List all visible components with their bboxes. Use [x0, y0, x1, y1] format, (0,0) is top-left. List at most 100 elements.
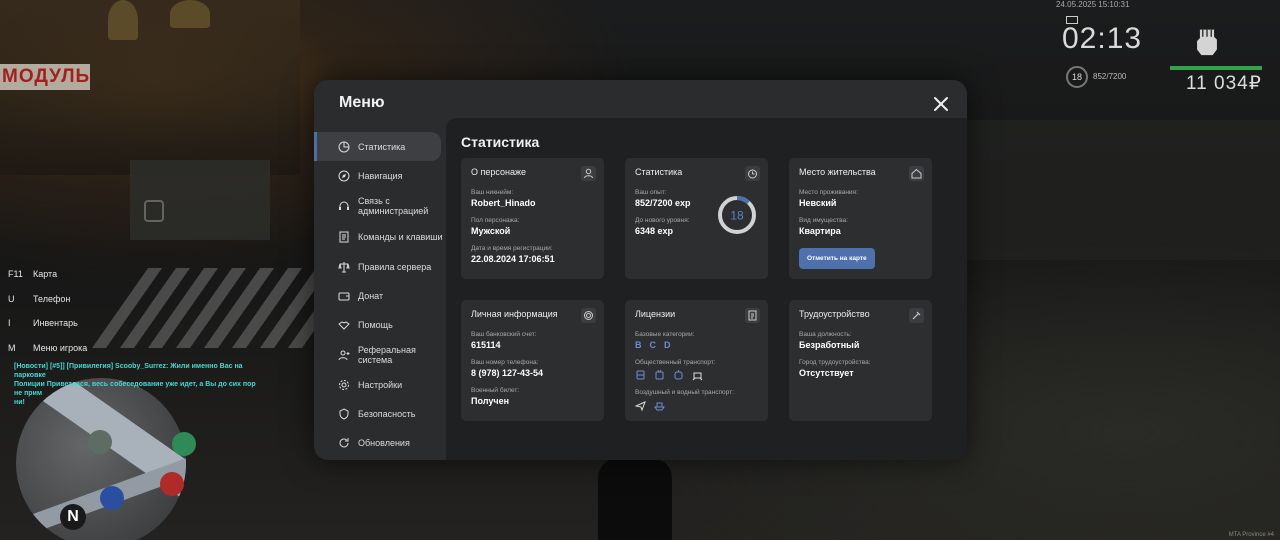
sidebar-item-settings[interactable]: Настройки: [314, 370, 446, 399]
user-icon: [581, 166, 596, 181]
user-plus-icon: [338, 350, 350, 360]
sidebar-item-security[interactable]: Безопасность: [314, 399, 446, 428]
registration-value: 22.08.2024 17:06:51: [471, 254, 555, 264]
military-id-value: Получен: [471, 396, 510, 406]
sidebar-item-donate[interactable]: Донат: [314, 281, 446, 310]
hammer-icon: [909, 308, 924, 323]
statistics-panel: Статистика О персонаже Ваш никнейм: Robe…: [446, 118, 967, 460]
scales-icon: [338, 261, 350, 272]
menu-sidebar: Статистика Навигация Связь с администрац…: [314, 132, 446, 457]
air-water-transport-icons: [635, 400, 758, 411]
employment-card: Трудоустройство Ваша должность: Безработ…: [789, 300, 932, 421]
sidebar-item-label: Команды и клавиши: [358, 231, 443, 242]
background-dome: [108, 0, 138, 40]
level-progress-ring: 18: [718, 196, 756, 234]
public-transport-label: Общественный транспорт:: [635, 359, 716, 366]
license-category: B: [635, 340, 642, 350]
sidebar-item-label: Статистика: [358, 141, 406, 152]
nickname-value: Robert_Hinado: [471, 198, 536, 208]
sidebar-item-commands[interactable]: Команды и клавиши: [314, 221, 446, 252]
basic-categories-label: Базовые категории:: [635, 331, 695, 338]
headset-icon: [339, 201, 349, 210]
mark-on-map-button[interactable]: Отметить на карте: [799, 248, 875, 269]
sidebar-item-help[interactable]: Помощь: [314, 310, 446, 339]
registration-label: Дата и время регистрации:: [471, 245, 553, 252]
trolleybus-icon: [655, 370, 664, 380]
sidebar-item-referral[interactable]: Реферальная система: [314, 339, 446, 370]
gender-label: Пол персонажа:: [471, 217, 520, 224]
sidebar-item-label: Реферальная система: [358, 344, 416, 365]
employment-city-label: Город трудоустройства:: [799, 359, 871, 366]
player-blip-icon: [100, 486, 124, 510]
sidebar-item-navigation[interactable]: Навигация: [314, 161, 446, 190]
sidebar-item-label: Безопасность: [358, 408, 416, 419]
bank-account-label: Ваш банковский счет:: [471, 331, 537, 338]
keybind-label: Инвентарь: [33, 318, 78, 329]
keybind-key: M: [8, 342, 16, 353]
sidebar-item-label: Донат: [358, 290, 384, 301]
property-value: Квартира: [799, 226, 841, 236]
hud-level-badge: 18: [1066, 66, 1088, 88]
background-street: [960, 120, 1280, 260]
boat-icon: [654, 402, 665, 411]
airplane-icon: [635, 401, 646, 411]
page-title: Статистика: [461, 134, 540, 150]
public-transport-icons: [635, 370, 758, 381]
phone-icon: [144, 200, 164, 222]
keybind-row: I Инвентарь: [8, 311, 87, 336]
license-categories: B C D: [635, 340, 758, 350]
id-card-icon: [745, 308, 760, 323]
licenses-card: Лицензии Базовые категории: B C D Общест…: [625, 300, 768, 421]
military-id-label: Военный билет:: [471, 387, 520, 394]
shield-icon: [339, 407, 349, 420]
character-card: О персонаже Ваш никнейм: Robert_Hinado П…: [461, 158, 604, 279]
timer-icon: [745, 166, 760, 181]
target-blip-icon: [160, 472, 184, 496]
hud-clock: 02:13: [1062, 22, 1143, 55]
document-icon: [339, 231, 349, 242]
menu-title: Меню: [339, 94, 385, 111]
chat-line: [Новости] [#5]] [Привилегия] Scooby_Surr…: [14, 363, 243, 379]
player-menu-modal: Меню Статистика Навигация Связь с админи…: [314, 80, 967, 460]
sidebar-item-statistics[interactable]: Статистика: [314, 132, 441, 161]
keybind-key: I: [8, 318, 11, 329]
sidebar-item-updates[interactable]: Обновления: [314, 428, 446, 457]
card-title: Личная информация: [471, 309, 558, 319]
card-title: Статистика: [635, 167, 683, 177]
sidebar-item-label: Помощь: [358, 319, 393, 330]
chat-box: [Новости] [#5]] [Привилегия] Scooby_Surr…: [14, 362, 264, 407]
sidebar-item-admin-contact[interactable]: Связь с администрацией: [314, 190, 446, 221]
server-watermark: MTA Province #4: [1228, 532, 1274, 538]
card-title: Место жительства: [799, 167, 876, 177]
bank-account-value: 615114: [471, 340, 501, 350]
keybind-row: U Телефон: [8, 287, 87, 312]
chat-line: Полиции Приветлася, весь собеседование у…: [14, 381, 256, 397]
house-blip-icon: [88, 430, 112, 454]
sidebar-item-label: Навигация: [358, 170, 403, 181]
fist-icon: [1197, 29, 1217, 56]
nickname-label: Ваш никнейм:: [471, 189, 514, 196]
phone-number-value: 8 (978) 127-43-54: [471, 368, 544, 378]
residence-card: Место жительства Место проживания: Невск…: [789, 158, 932, 279]
sidebar-item-rules[interactable]: Правила сервера: [314, 252, 446, 281]
air-water-transport-label: Воздушный и водный транспорт:: [635, 389, 734, 396]
sidebar-item-label: Связь с администрацией: [358, 195, 429, 216]
close-icon[interactable]: [931, 94, 951, 114]
gender-value: Мужской: [471, 226, 511, 236]
fingerprint-icon: [581, 308, 596, 323]
chat-line: ни!: [14, 399, 25, 406]
minimap-north-icon: N: [60, 504, 86, 530]
keybind-key: F11: [8, 269, 23, 280]
car-blip-icon: [172, 432, 196, 456]
hud-exp: 852/7200: [1093, 72, 1127, 81]
bus-icon: [636, 370, 645, 380]
sidebar-item-label: Правила сервера: [358, 261, 432, 272]
keybind-label: Карта: [33, 269, 58, 280]
keybind-key: U: [8, 293, 15, 304]
gear-icon: [339, 379, 349, 390]
position-label: Ваша должность:: [799, 331, 852, 338]
license-category: C: [649, 340, 657, 350]
employment-city-value: Отсутствует: [799, 368, 854, 378]
background-shop-sign: МОДУЛЬ: [0, 64, 90, 90]
phone-number-label: Ваш номер телефона:: [471, 359, 539, 366]
